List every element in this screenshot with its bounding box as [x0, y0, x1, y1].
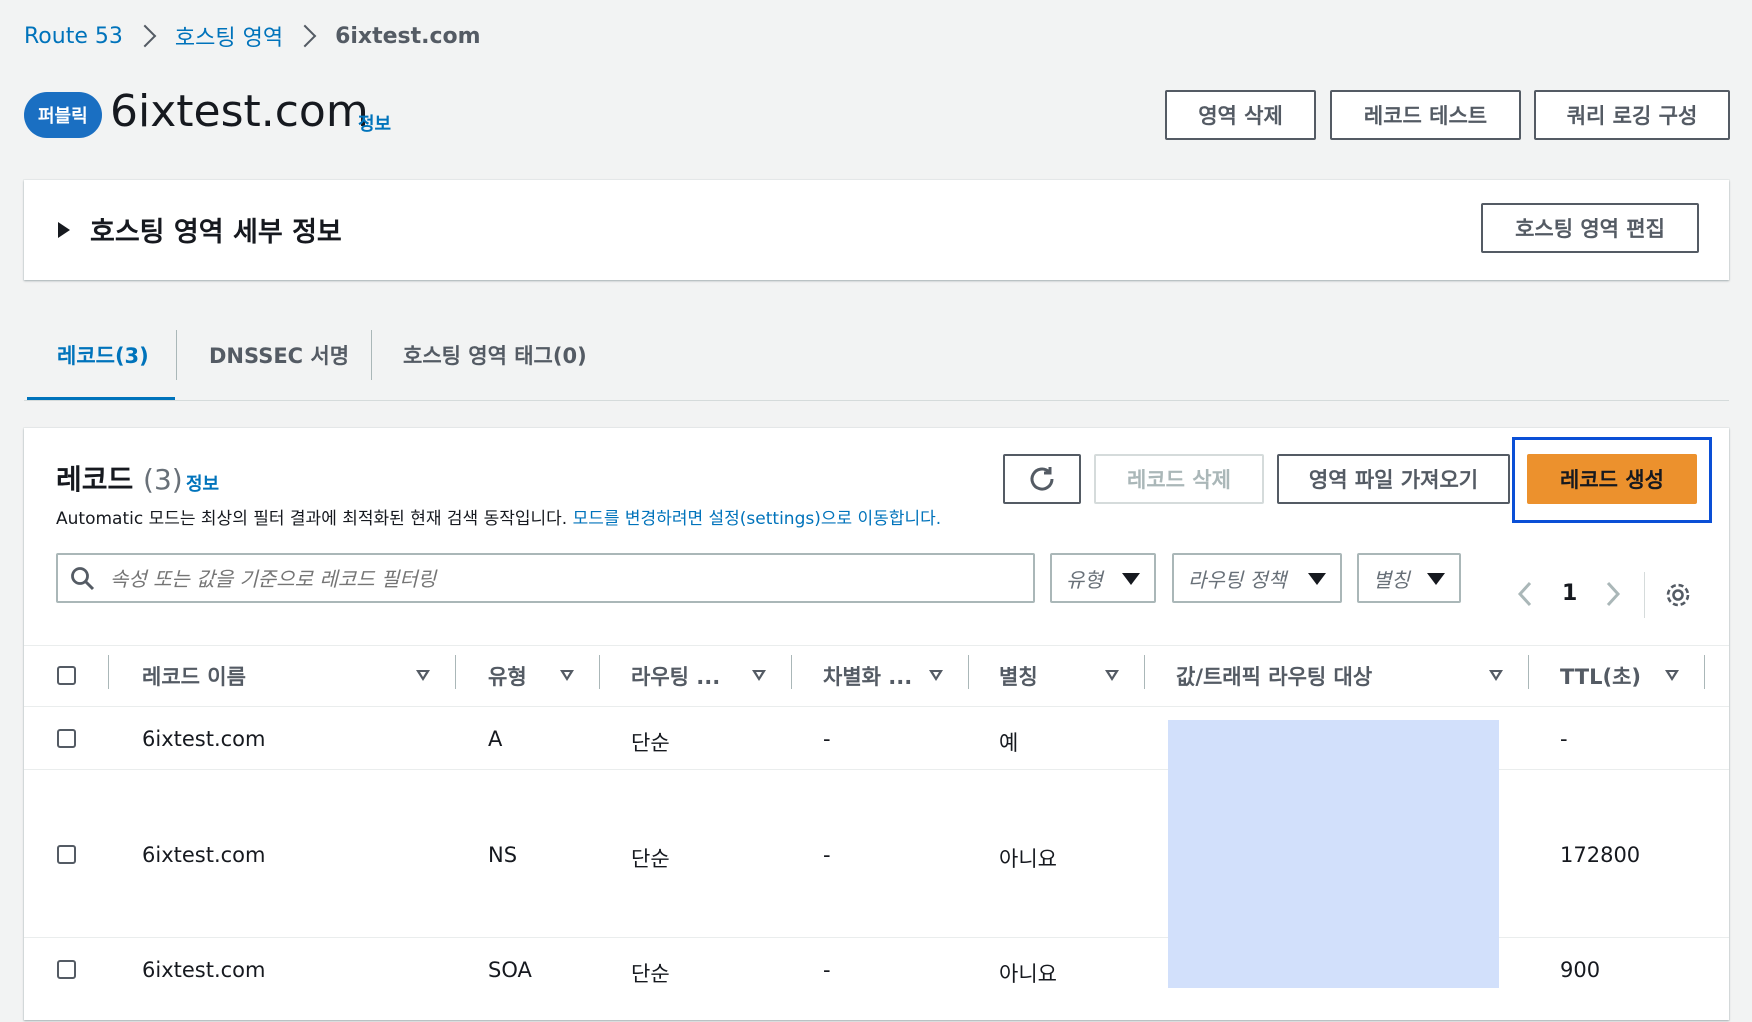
chevron-right-icon — [293, 24, 317, 48]
column-header-alias[interactable]: 별칭 — [999, 661, 1038, 691]
breadcrumb-route53[interactable]: Route 53 — [24, 24, 123, 49]
column-divider — [791, 655, 792, 689]
sort-icon[interactable] — [1489, 670, 1503, 681]
alias-filter-select[interactable]: 별칭 — [1357, 553, 1461, 603]
row-divider — [24, 706, 1729, 707]
breadcrumb: Route 53 호스팅 영역 6ixtest.com — [24, 20, 481, 52]
page-title: 6ixtest.com — [110, 86, 369, 137]
record-type: SOA — [488, 958, 532, 982]
column-header-differentiator[interactable]: 차별화 ... — [823, 661, 912, 691]
details-title[interactable]: 호스팅 영역 세부 정보 — [90, 210, 342, 249]
chevron-right-icon[interactable] — [1603, 580, 1623, 608]
delete-record-button[interactable]: 레코드 삭제 — [1094, 454, 1264, 504]
record-name[interactable]: 6ixtest.com — [142, 958, 265, 982]
column-header-routing[interactable]: 라우팅 ... — [631, 661, 720, 691]
column-divider — [599, 655, 600, 689]
record-type: A — [488, 727, 503, 751]
row-checkbox[interactable] — [57, 729, 76, 748]
routing-policy-filter-select[interactable]: 라우팅 정책 — [1172, 553, 1342, 603]
breadcrumb-hosted-zones[interactable]: 호스팅 영역 — [175, 20, 283, 52]
sort-icon[interactable] — [752, 670, 766, 681]
sort-icon[interactable] — [416, 670, 430, 681]
refresh-icon — [1030, 467, 1054, 491]
record-ttl: 172800 — [1560, 843, 1641, 867]
column-header-value[interactable]: 값/트래픽 라우팅 대상 — [1176, 661, 1372, 691]
tab-tags[interactable]: 호스팅 영역 태그(0) — [403, 340, 587, 370]
description-text: Automatic 모드는 최상의 필터 결과에 최적화된 현재 검색 동작입니… — [56, 509, 568, 529]
test-record-button[interactable]: 레코드 테스트 — [1330, 90, 1521, 140]
routing-filter-label: 라우팅 정책 — [1188, 567, 1287, 592]
record-ttl: 900 — [1560, 958, 1601, 982]
tab-dnssec[interactable]: DNSSEC 서명 — [209, 340, 349, 370]
column-divider — [1144, 655, 1145, 689]
page-number[interactable]: 1 — [1562, 581, 1577, 606]
caret-down-icon — [1427, 573, 1445, 585]
type-filter-label: 유형 — [1066, 567, 1103, 592]
sort-icon[interactable] — [1105, 670, 1119, 681]
refresh-button[interactable] — [1003, 454, 1081, 504]
tab-divider — [176, 330, 177, 380]
pagination-divider — [1644, 572, 1645, 618]
redacted-values-block — [1168, 720, 1499, 988]
record-alias: 아니요 — [999, 962, 1057, 986]
search-box[interactable] — [56, 553, 1035, 603]
record-routing: 단순 — [631, 962, 670, 986]
sort-icon[interactable] — [560, 670, 574, 681]
info-link[interactable]: 정보 — [358, 110, 391, 136]
record-alias: 아니요 — [999, 847, 1057, 871]
tabs-baseline — [24, 400, 1729, 401]
chevron-left-icon[interactable] — [1515, 580, 1535, 608]
record-routing: 단순 — [631, 731, 670, 755]
search-input[interactable] — [108, 561, 1012, 597]
public-badge: 퍼블릭 — [24, 92, 102, 138]
records-title: 레코드 (3) — [56, 458, 183, 498]
sort-icon[interactable] — [1665, 670, 1679, 681]
records-count: (3) — [143, 463, 183, 496]
row-checkbox[interactable] — [57, 845, 76, 864]
expand-caret-icon[interactable] — [58, 222, 70, 238]
column-divider — [455, 655, 456, 689]
query-logging-button[interactable]: 쿼리 로깅 구성 — [1534, 90, 1730, 140]
record-name[interactable]: 6ixtest.com — [142, 843, 265, 867]
record-ttl: - — [1560, 727, 1568, 751]
settings-link[interactable]: 모드를 변경하려면 설정(settings)으로 이동합니다. — [573, 509, 942, 529]
records-title-text: 레코드 — [56, 463, 134, 496]
gear-icon[interactable] — [1663, 580, 1693, 610]
record-differentiator: - — [823, 843, 831, 867]
select-all-checkbox[interactable] — [57, 666, 76, 685]
caret-down-icon — [1308, 573, 1326, 585]
column-divider — [1528, 655, 1529, 689]
record-name[interactable]: 6ixtest.com — [142, 727, 265, 751]
column-divider — [1704, 655, 1705, 689]
records-description: Automatic 모드는 최상의 필터 결과에 최적화된 현재 검색 동작입니… — [56, 504, 941, 529]
breadcrumb-current: 6ixtest.com — [335, 23, 481, 49]
record-alias: 예 — [999, 731, 1019, 755]
table-top-line — [24, 645, 1729, 646]
create-record-button[interactable]: 레코드 생성 — [1527, 454, 1697, 504]
type-filter-select[interactable]: 유형 — [1050, 553, 1156, 603]
import-zone-file-button[interactable]: 영역 파일 가져오기 — [1277, 454, 1510, 504]
column-header-type[interactable]: 유형 — [488, 661, 527, 691]
column-header-name[interactable]: 레코드 이름 — [142, 661, 246, 691]
sort-icon[interactable] — [929, 670, 943, 681]
chevron-right-icon — [133, 24, 157, 48]
row-checkbox[interactable] — [57, 960, 76, 979]
delete-zone-button[interactable]: 영역 삭제 — [1165, 90, 1316, 140]
record-type: NS — [488, 843, 518, 867]
edit-hosted-zone-button[interactable]: 호스팅 영역 편집 — [1481, 203, 1699, 253]
column-divider — [968, 655, 969, 689]
search-icon — [71, 567, 95, 591]
tab-divider — [371, 330, 372, 380]
record-routing: 단순 — [631, 847, 670, 871]
alias-filter-label: 별칭 — [1373, 567, 1410, 592]
column-header-ttl[interactable]: TTL(초) — [1560, 661, 1641, 691]
record-differentiator: - — [823, 727, 831, 751]
tab-records[interactable]: 레코드(3) — [57, 340, 149, 370]
hosted-zone-details-panel: 호스팅 영역 세부 정보 호스팅 영역 편집 — [24, 180, 1729, 280]
record-differentiator: - — [823, 958, 831, 982]
column-divider — [108, 655, 109, 689]
records-info-link[interactable]: 정보 — [186, 470, 219, 496]
caret-down-icon — [1122, 573, 1140, 585]
